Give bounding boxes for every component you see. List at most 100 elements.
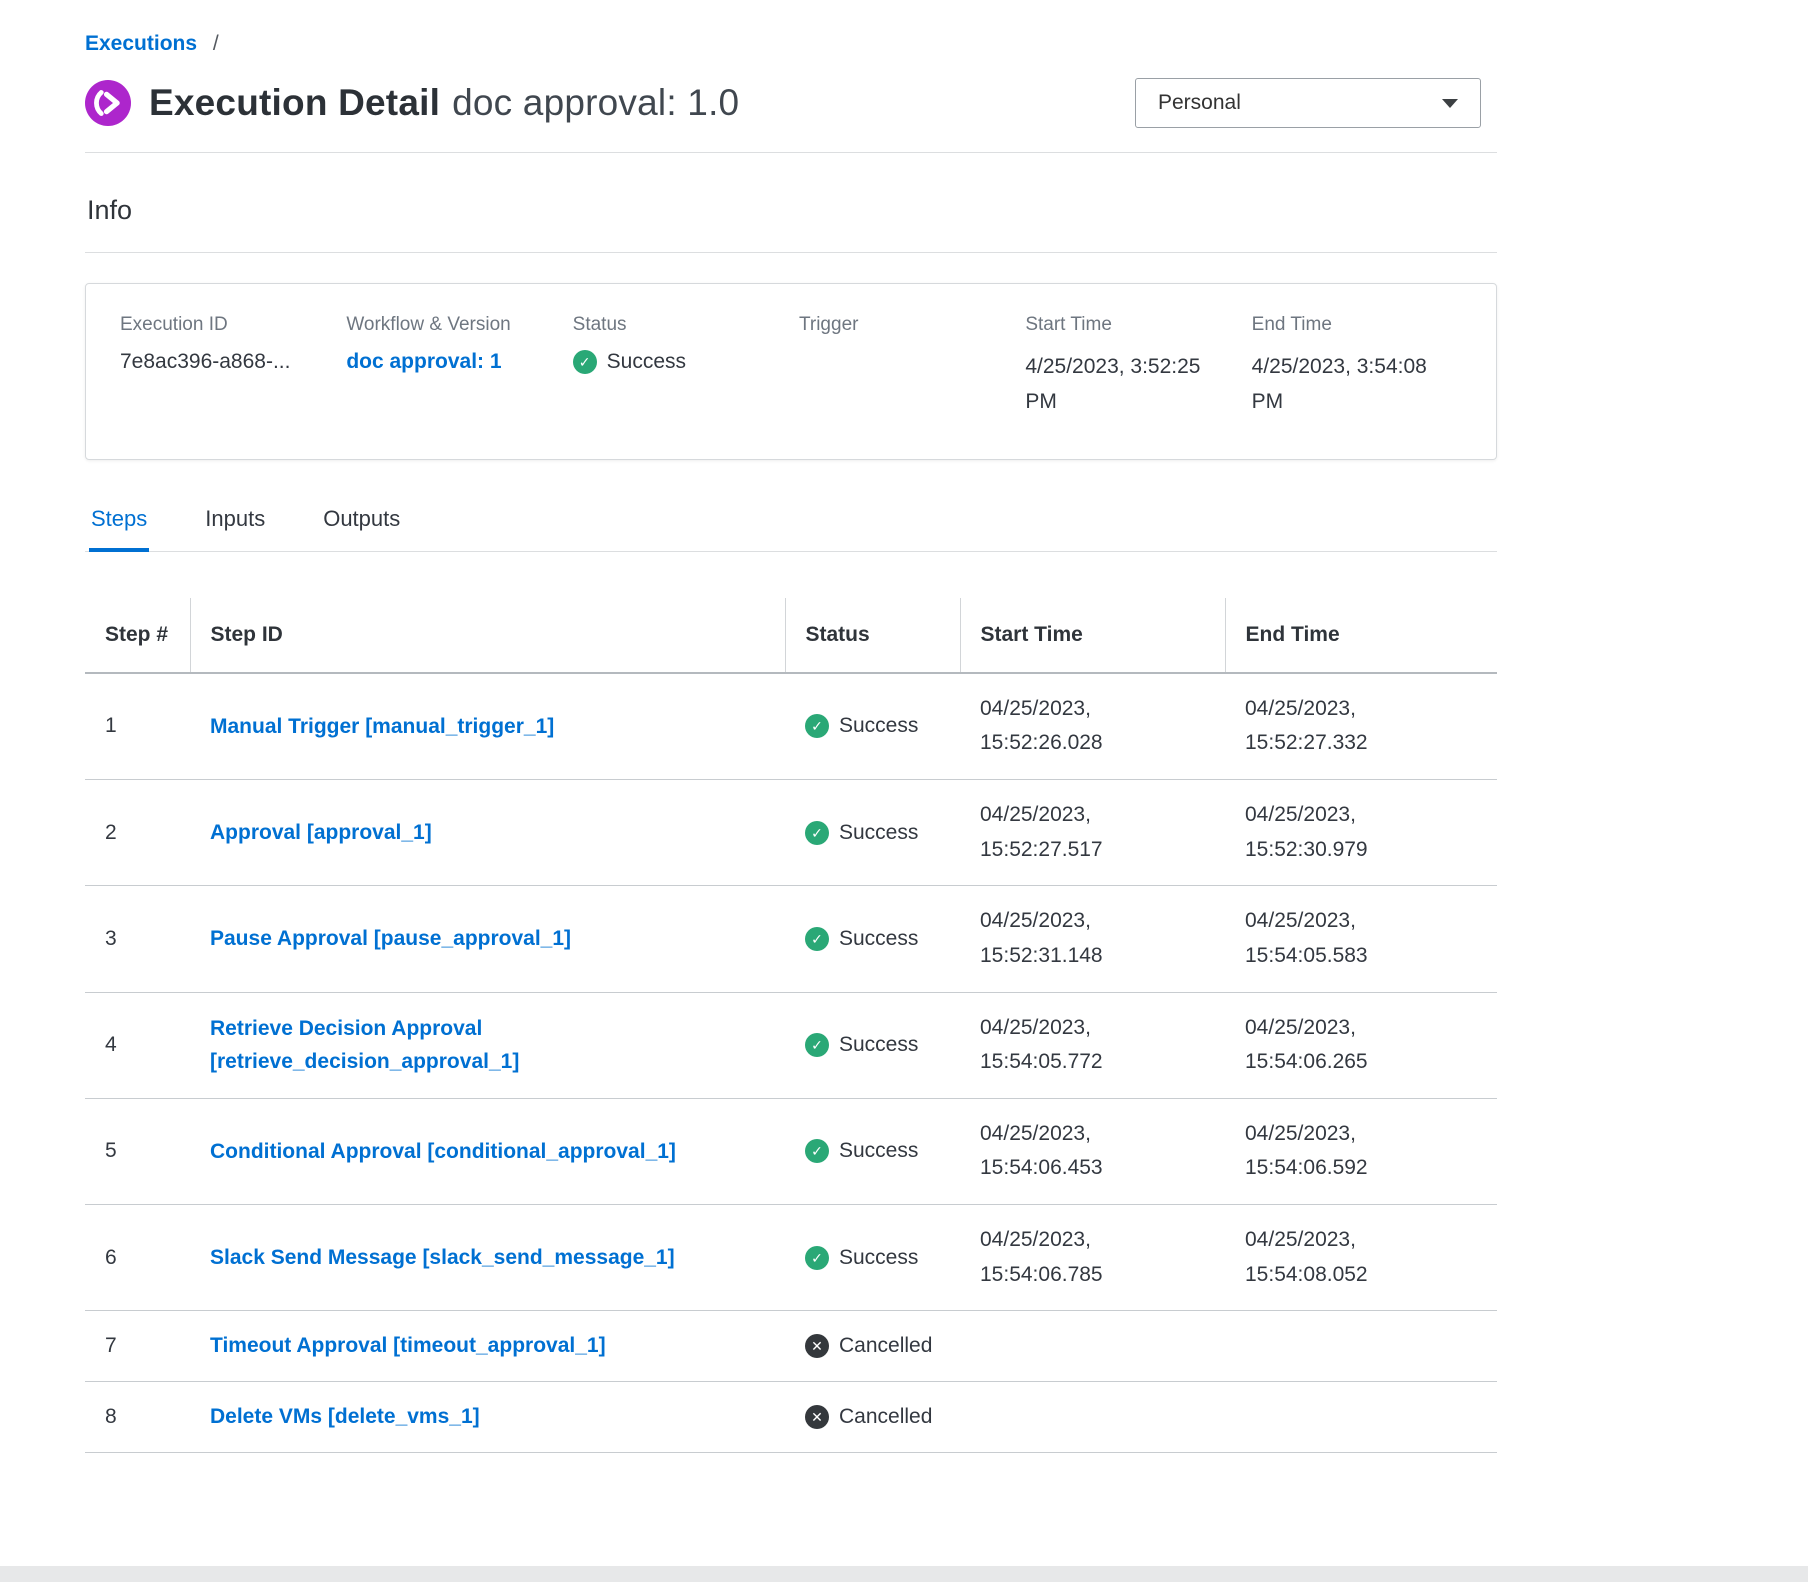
end-time-cell: 04/25/2023, 15:52:30.979 (1225, 779, 1497, 885)
end-time-cell: 04/25/2023, 15:52:27.332 (1225, 673, 1497, 780)
status-indicator: ✓ Success (805, 1139, 940, 1163)
breadcrumb-executions-link[interactable]: Executions (85, 32, 197, 55)
info-field-execution-id: Execution ID 7e8ac396-a868-... (120, 314, 330, 419)
status-indicator: ✕ Cancelled (805, 1334, 940, 1358)
start-time-text: 04/25/2023, 15:54:06.785 (980, 1223, 1152, 1292)
step-link-7[interactable]: Timeout Approval [timeout_approval_1] (210, 1329, 606, 1363)
check-icon: ✓ (805, 1033, 829, 1057)
col-header-step-id: Step ID (190, 598, 785, 672)
start-time-cell: 04/25/2023, 15:54:06.785 (960, 1205, 1225, 1311)
check-icon: ✓ (805, 1246, 829, 1270)
status-label: Success (839, 1139, 918, 1163)
step-row-7: 7 Timeout Approval [timeout_approval_1] ✕ C… (85, 1311, 1497, 1382)
start-time-text: 04/25/2023, 15:52:27.517 (980, 798, 1152, 867)
info-card: Execution ID 7e8ac396-a868-... Workflow & … (85, 283, 1497, 460)
status-label: Cancelled (839, 1405, 932, 1429)
step-link-2[interactable]: Approval [approval_1] (210, 816, 432, 850)
status-indicator: ✓ Success (805, 714, 940, 738)
end-time-text: 04/25/2023, 15:52:27.332 (1245, 692, 1417, 761)
info-field-label-workflow-version: Workflow & Version (346, 314, 556, 336)
step-number: 8 (85, 1381, 190, 1452)
step-number: 5 (85, 1098, 190, 1204)
x-icon: ✕ (805, 1405, 829, 1429)
workflow-name-version: doc approval: 1.0 (452, 82, 739, 123)
step-id-cell: Pause Approval [pause_approval_1] (190, 886, 785, 992)
step-link-3[interactable]: Pause Approval [pause_approval_1] (210, 922, 571, 956)
step-id-cell: Conditional Approval [conditional_approv… (190, 1098, 785, 1204)
tab-inputs[interactable]: Inputs (203, 506, 267, 552)
detail-tabs: Steps Inputs Outputs (85, 506, 1497, 552)
value-text: 4/25/2023, 3:52:25 PM (1025, 350, 1220, 419)
step-number: 6 (85, 1205, 190, 1311)
step-link-4[interactable]: Retrieve Decision Approval [retrieve_dec… (210, 1012, 750, 1079)
x-icon: ✕ (805, 1334, 829, 1358)
info-field-value-workflow-version: doc approval: 1 (346, 350, 556, 376)
step-number: 7 (85, 1311, 190, 1382)
start-time-cell: 04/25/2023, 15:52:26.028 (960, 673, 1225, 780)
status-cell-wrap: ✓Success (785, 1205, 960, 1311)
step-row-3: 3 Pause Approval [pause_approval_1] ✓Succe… (85, 886, 1497, 992)
status-label: Success (839, 821, 918, 845)
start-time-cell: 04/25/2023, 15:52:27.517 (960, 779, 1225, 885)
step-id-cell: Retrieve Decision Approval [retrieve_dec… (190, 992, 785, 1098)
status-cell-wrap: ✕ Cancelled (785, 1381, 960, 1452)
col-header-end-time: End Time (1225, 598, 1497, 672)
end-time-text: 04/25/2023, 15:52:30.979 (1245, 798, 1417, 867)
start-time-text: 04/25/2023, 15:54:06.453 (980, 1117, 1152, 1186)
step-link-6[interactable]: Slack Send Message [slack_send_message_1… (210, 1241, 675, 1275)
step-link-1[interactable]: Manual Trigger [manual_trigger_1] (210, 710, 554, 744)
end-time-cell: 04/25/2023, 15:54:06.592 (1225, 1098, 1497, 1204)
step-number: 1 (85, 673, 190, 780)
info-field-value-execution-id: 7e8ac396-a868-... (120, 350, 330, 376)
status-cell-wrap: ✕ Cancelled (785, 1311, 960, 1382)
status-indicator: ✓Success (805, 821, 940, 845)
tab-outputs[interactable]: Outputs (321, 506, 402, 552)
info-field-label-execution-id: Execution ID (120, 314, 330, 336)
check-icon: ✓ (805, 1139, 829, 1163)
status-label: Success (839, 714, 918, 738)
col-header-status: Status (785, 598, 960, 672)
workspace-dropdown[interactable]: Personal (1135, 78, 1481, 128)
step-link-8[interactable]: Delete VMs [delete_vms_1] (210, 1400, 480, 1434)
status-label: Cancelled (839, 1334, 932, 1358)
workflow-version-link[interactable]: doc approval: 1 (346, 350, 501, 374)
start-time-cell: 04/25/2023, 15:54:05.772 (960, 992, 1225, 1098)
step-row-6: 6 Slack Send Message [slack_send_message_… (85, 1205, 1497, 1311)
step-row-2: 2Approval [approval_1]✓Success04/25/2023… (85, 779, 1497, 885)
start-time-cell: 04/25/2023, 15:52:31.148 (960, 886, 1225, 992)
info-field-value-status: ✓Success (573, 350, 783, 376)
end-time-cell: 04/25/2023, 15:54:08.052 (1225, 1205, 1497, 1311)
info-field-label-end-time: End Time (1252, 314, 1462, 336)
step-row-8: 8 Delete VMs [delete_vms_1] ✕ Cancelled (85, 1381, 1497, 1452)
end-time-cell (1225, 1381, 1497, 1452)
info-divider (85, 252, 1497, 253)
end-time-text: 04/25/2023, 15:54:06.592 (1245, 1117, 1417, 1186)
info-field-label-trigger: Trigger (799, 314, 1009, 336)
info-field-trigger: Trigger (799, 314, 1009, 419)
step-link-5[interactable]: Conditional Approval [conditional_approv… (210, 1135, 676, 1169)
status-label: Success (839, 927, 918, 951)
page-bottom-divider (0, 1566, 1808, 1582)
step-id-cell: Approval [approval_1] (190, 779, 785, 885)
status-text: Success (607, 350, 686, 374)
step-number: 4 (85, 992, 190, 1098)
step-id-cell: Delete VMs [delete_vms_1] (190, 1381, 785, 1452)
info-field-value-start-time: 4/25/2023, 3:52:25 PM (1025, 350, 1235, 419)
info-field-label-start-time: Start Time (1025, 314, 1235, 336)
check-icon: ✓ (805, 714, 829, 738)
end-time-cell: 04/25/2023, 15:54:06.265 (1225, 992, 1497, 1098)
start-time-text: 04/25/2023, 15:52:31.148 (980, 904, 1152, 973)
status-indicator: ✓Success (805, 927, 940, 951)
status-cell-wrap: ✓Success (785, 779, 960, 885)
step-id-cell: Timeout Approval [timeout_approval_1] (190, 1311, 785, 1382)
steps-table: Step #Step IDStatusStart TimeEnd Time 1M… (85, 598, 1497, 1452)
status-indicator: ✓Success (805, 1246, 940, 1270)
step-row-1: 1 Manual Trigger [manual_trigger_1] ✓ Succe… (85, 673, 1497, 780)
step-number: 3 (85, 886, 190, 992)
info-field-value-trigger (799, 350, 1009, 376)
chevron-down-icon (1442, 99, 1458, 108)
end-time-text: 04/25/2023, 15:54:08.052 (1245, 1223, 1417, 1292)
step-row-5: 5 Conditional Approval [conditional_appro… (85, 1098, 1497, 1204)
info-field-status: Status✓Success (573, 314, 783, 419)
tab-steps[interactable]: Steps (89, 506, 149, 552)
